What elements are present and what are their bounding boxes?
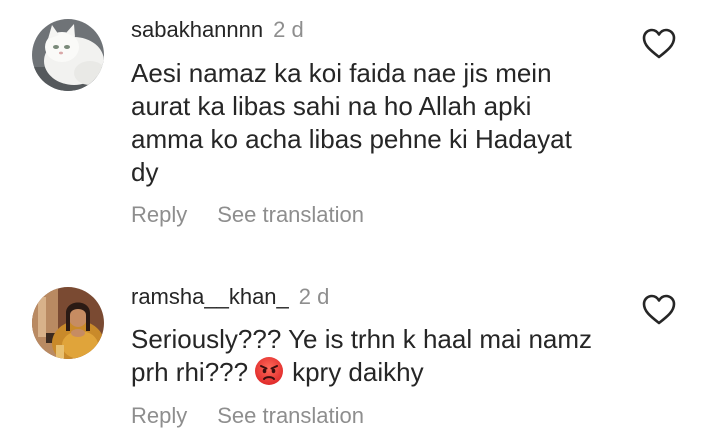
comment-text-line: prh rhi??? kpry daikhy [131,356,631,389]
angry-face-emoji-icon [254,356,284,386]
comment-text-line: Seriously??? Ye is trhn k haal mai namz [131,324,593,354]
comment-text-line: aurat ka libas sahi na ho Allah apki [131,91,532,121]
comment-actions: Reply See translation [131,201,364,229]
comment-text: Aesi namaz ka koi faida nae jis mein aur… [131,57,631,189]
comment-age: 2 d [273,17,304,42]
comment-meta: sabakhannnn 2 d [131,16,304,44]
comment-text-segment: kpry daikhy [292,357,424,387]
comment-text-segment: prh rhi??? [131,357,249,387]
username[interactable]: sabakhannnn [131,17,263,42]
see-translation-button[interactable]: See translation [217,403,364,428]
comment-item: ramsha__khan_ 2 d Seriously??? Ye is trhn… [0,270,720,442]
see-translation-button[interactable]: See translation [217,202,364,227]
heart-outline-icon [642,28,676,59]
comment-text-line: Aesi namaz ka koi faida nae jis mein [131,58,552,88]
white-cat-avatar-icon [32,19,104,91]
comment-actions: Reply See translation [131,402,364,430]
comment-text-line: amma ko acha libas pehne ki Hadayat [131,124,572,154]
comment-meta: ramsha__khan_ 2 d [131,283,329,311]
comment-text-line: dy [131,157,159,187]
comment-age: 2 d [298,284,330,309]
comment-item: sabakhannnn 2 d Aesi namaz ka koi faida n… [0,0,720,240]
avatar[interactable] [32,287,104,359]
heart-outline-icon [642,294,676,325]
woman-portrait-avatar-icon [32,287,104,359]
avatar[interactable] [32,19,104,91]
reply-button[interactable]: Reply [131,202,187,227]
like-button[interactable] [642,294,676,326]
like-button[interactable] [642,28,676,60]
username[interactable]: ramsha__khan_ [131,284,289,309]
reply-button[interactable]: Reply [131,403,187,428]
comment-text: Seriously??? Ye is trhn k haal mai namz … [131,323,631,389]
